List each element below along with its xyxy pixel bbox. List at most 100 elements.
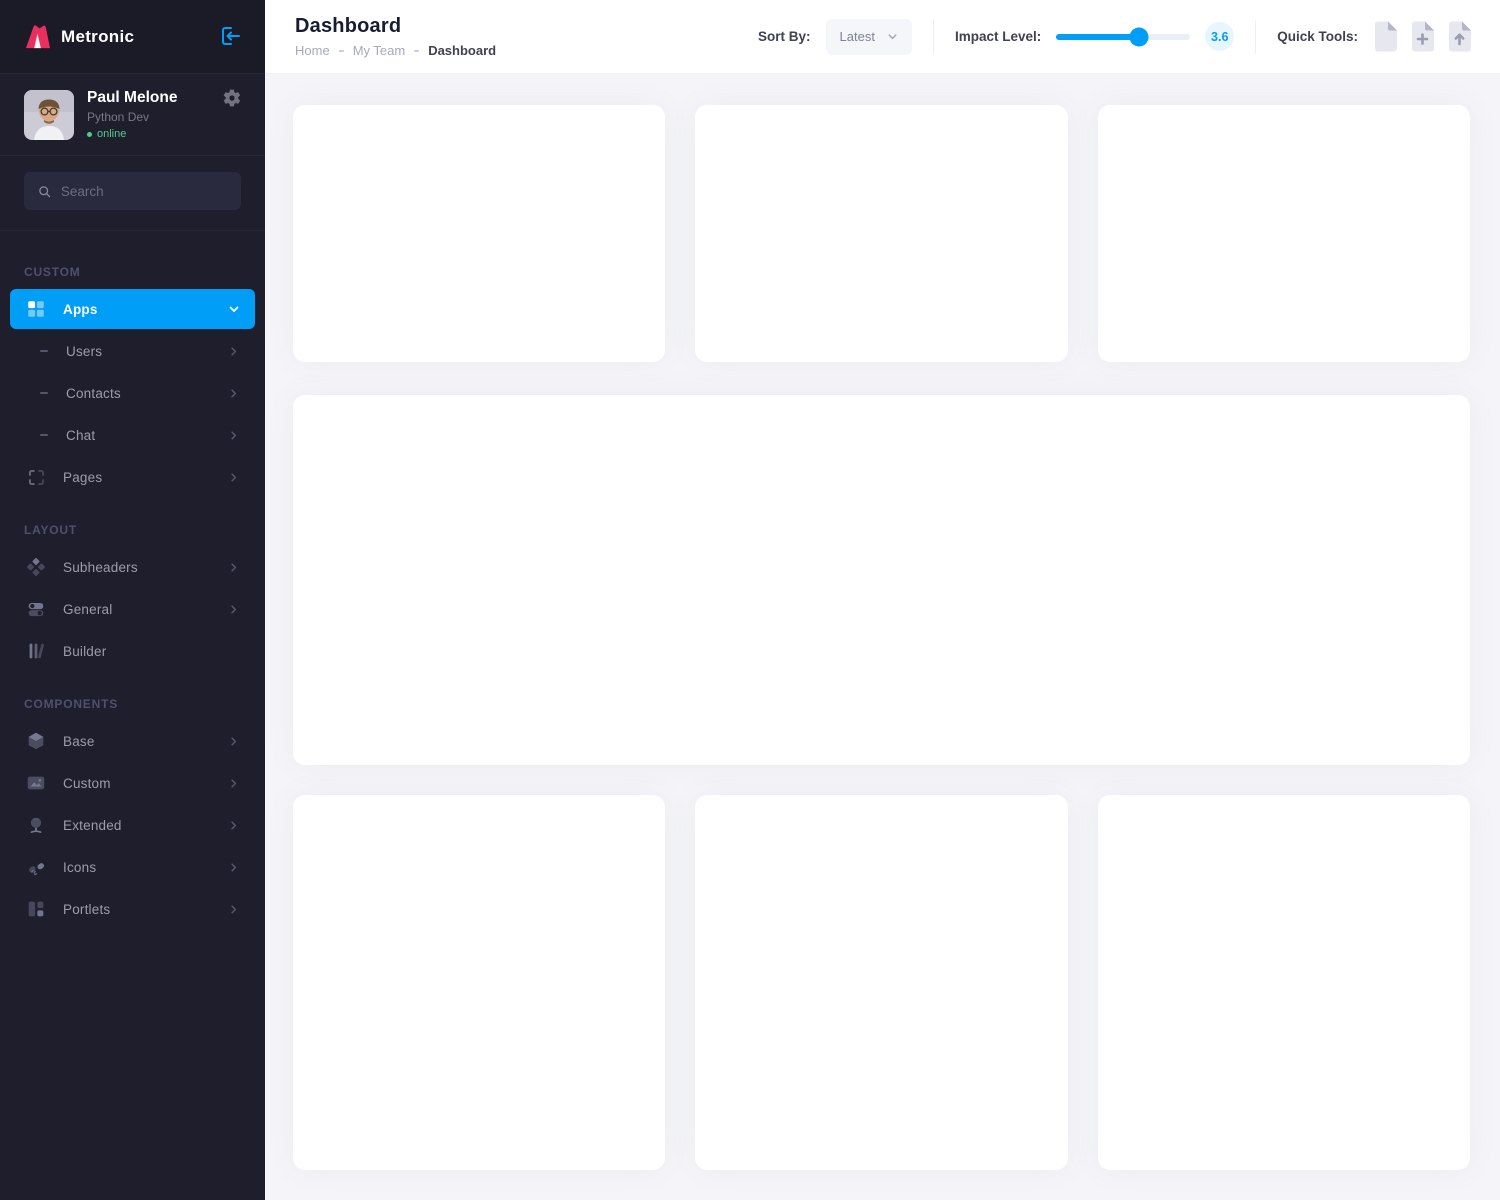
- user-status: online: [87, 128, 208, 140]
- impact-slider[interactable]: [1056, 34, 1190, 40]
- avatar: [24, 90, 74, 140]
- impact-level-label: Impact Level:: [955, 29, 1041, 44]
- impact-value-badge: 3.6: [1205, 22, 1234, 51]
- add-file-icon: [1410, 21, 1435, 52]
- top-header: Dashboard Home My Team Dashboard Sort By…: [265, 0, 1500, 74]
- page-head: Dashboard Home My Team Dashboard: [295, 15, 496, 58]
- page-title: Dashboard: [295, 15, 496, 38]
- cube-icon: [24, 729, 48, 753]
- bars-icon: [24, 639, 48, 663]
- sidebar-item-pages[interactable]: Pages: [10, 457, 255, 497]
- dash-bullet-icon: [40, 392, 48, 394]
- nav-label: General: [63, 602, 227, 617]
- breadcrumb-separator: [414, 50, 419, 52]
- card: [695, 105, 1067, 362]
- breadcrumb-my-team[interactable]: My Team: [353, 43, 406, 58]
- chevron-right-icon: [227, 344, 241, 358]
- search-area: [0, 156, 265, 231]
- nav-section-custom: CUSTOM: [24, 265, 241, 279]
- header-toolbar: Sort By: Latest Impact Level: 3.6 Quick …: [758, 19, 1472, 55]
- main-area: Dashboard Home My Team Dashboard Sort By…: [265, 0, 1500, 1200]
- sidebar-item-apps[interactable]: Apps: [10, 289, 255, 329]
- search-input[interactable]: [61, 184, 228, 199]
- broken-link-icon: [24, 855, 48, 879]
- sidebar-item-portlets[interactable]: Portlets: [10, 889, 255, 929]
- toolbar-divider: [933, 20, 934, 54]
- chevron-right-icon: [227, 602, 241, 616]
- nav-label: Chat: [66, 428, 227, 443]
- diamonds-icon: [24, 555, 48, 579]
- dash-bullet-icon: [40, 350, 48, 352]
- nav-label: Users: [66, 344, 227, 359]
- sidebar-item-subheaders[interactable]: Subheaders: [10, 547, 255, 587]
- image-icon: [24, 771, 48, 795]
- dash-bullet-icon: [40, 434, 48, 436]
- dashboard-content: [265, 74, 1500, 1200]
- user-meta: Paul Melone Python Dev online: [87, 89, 208, 140]
- nav-label: Icons: [63, 860, 227, 875]
- new-file-button[interactable]: [1373, 21, 1398, 52]
- user-role: Python Dev: [87, 110, 208, 124]
- chevron-down-icon: [227, 302, 241, 316]
- layout-blocks-icon: [24, 897, 48, 921]
- brand-bar: Metronic: [0, 0, 265, 74]
- chevron-right-icon: [227, 734, 241, 748]
- bottom-cards-row: [293, 795, 1470, 1170]
- chevron-right-icon: [227, 470, 241, 484]
- breadcrumb-current: Dashboard: [428, 43, 496, 58]
- sidebar-item-extended[interactable]: Extended: [10, 805, 255, 845]
- breadcrumb-separator: [339, 50, 344, 52]
- online-status-text: online: [97, 128, 126, 140]
- top-cards-row: [293, 105, 1470, 362]
- breadcrumb-home[interactable]: Home: [295, 43, 330, 58]
- nav-label: Extended: [63, 818, 227, 833]
- nav-label: Custom: [63, 776, 227, 791]
- user-name: Paul Melone: [87, 89, 208, 107]
- quick-tools-group: [1373, 21, 1472, 52]
- app-root: Metronic: [0, 0, 1500, 1200]
- sidebar-item-users[interactable]: Users: [10, 331, 255, 371]
- upload-file-button[interactable]: [1447, 21, 1472, 52]
- chevron-right-icon: [227, 776, 241, 790]
- chevron-right-icon: [227, 386, 241, 400]
- user-panel: Paul Melone Python Dev online: [0, 74, 265, 156]
- chevron-right-icon: [227, 560, 241, 574]
- nav-label: Subheaders: [63, 560, 227, 575]
- gear-icon: [222, 88, 242, 108]
- card: [1098, 105, 1470, 362]
- online-dot-icon: [87, 132, 92, 137]
- sidebar-item-contacts[interactable]: Contacts: [10, 373, 255, 413]
- user-settings-button[interactable]: [221, 88, 243, 110]
- search-box[interactable]: [24, 172, 241, 210]
- card: [293, 105, 665, 362]
- sidebar: Metronic: [0, 0, 265, 1200]
- nav-label: Pages: [63, 470, 227, 485]
- nav-label: Apps: [63, 302, 227, 317]
- sidebar-item-builder[interactable]: Builder: [10, 631, 255, 671]
- frame-icon: [24, 465, 48, 489]
- sidebar-item-base[interactable]: Base: [10, 721, 255, 761]
- nav-section-layout: LAYOUT: [24, 523, 241, 537]
- new-file-icon: [1373, 21, 1398, 52]
- sidebar-item-general[interactable]: General: [10, 589, 255, 629]
- brand-name: Metronic: [61, 27, 217, 47]
- sidebar-item-chat[interactable]: Chat: [10, 415, 255, 455]
- card: [695, 795, 1067, 1170]
- card: [1098, 795, 1470, 1170]
- sort-by-label: Sort By:: [758, 29, 811, 44]
- toggles-icon: [24, 597, 48, 621]
- search-icon: [37, 183, 52, 200]
- sidebar-nav: CUSTOM Apps Users: [0, 231, 265, 951]
- chevron-right-icon: [227, 818, 241, 832]
- chevron-right-icon: [227, 902, 241, 916]
- sort-by-select[interactable]: Latest: [826, 19, 912, 55]
- nav-label: Base: [63, 734, 227, 749]
- globe-stand-icon: [24, 813, 48, 837]
- sidebar-collapse-button[interactable]: [217, 24, 243, 50]
- nav-label: Builder: [63, 644, 241, 659]
- add-file-button[interactable]: [1410, 21, 1435, 52]
- sidebar-item-custom[interactable]: Custom: [10, 763, 255, 803]
- sort-by-value: Latest: [840, 29, 875, 44]
- impact-slider-thumb[interactable]: [1130, 27, 1149, 46]
- sidebar-item-icons[interactable]: Icons: [10, 847, 255, 887]
